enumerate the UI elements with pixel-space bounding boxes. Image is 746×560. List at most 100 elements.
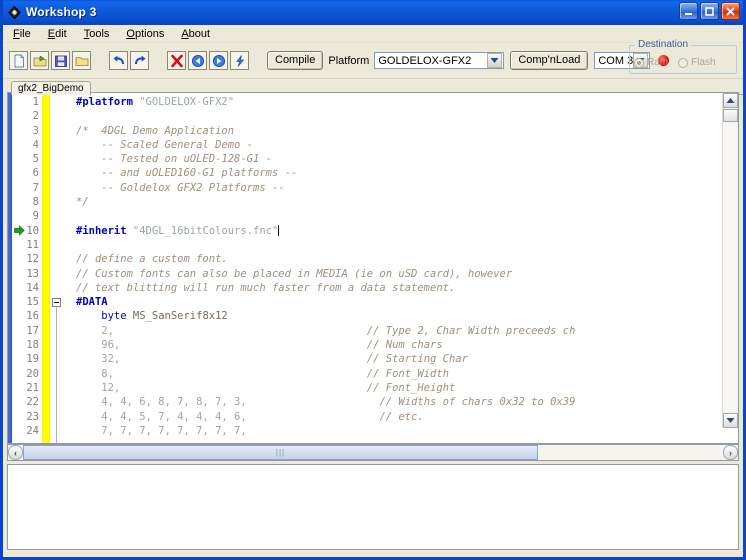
code-line[interactable]: // Custom fonts can also be placed in ME… [64, 267, 738, 281]
folder-icon[interactable] [72, 51, 91, 70]
menu-item-label: ile [19, 27, 31, 40]
code-fold-gutter[interactable] [50, 93, 64, 443]
code-line[interactable]: #platform "GOLDELOX-GFX2" [64, 95, 738, 109]
redo-icon[interactable] [130, 51, 149, 70]
line-number: 2 [32, 110, 39, 123]
maximize-button[interactable] [700, 2, 719, 20]
code-line[interactable]: -- Scaled General Demo - [64, 138, 738, 152]
code-line[interactable]: 32, // Starting Char [64, 352, 738, 366]
menu-item-tools[interactable]: Tools [82, 27, 112, 41]
menu-item-options[interactable]: Options [124, 27, 166, 41]
menu-item-file[interactable]: File [11, 27, 33, 41]
title-bar: Workshop 3 [3, 0, 743, 25]
editor-horizontal-scrollbar-region: ‹ ||| › [7, 444, 739, 461]
menu-bar: File Edit Tools Options About [3, 25, 743, 43]
code-line[interactable]: 96, // Num chars [64, 338, 738, 352]
line-number-gutter: 1 2 3 4 5 6 7 8 9 10 11 12 13 14 15 16 17 18 19 20 21 22 23 24 [12, 93, 42, 443]
code-line[interactable]: -- and uOLED160-G1 platforms -- [64, 166, 738, 180]
code-token: // Type 2, Char Width preceeds ch [113, 324, 576, 337]
com-port-value: COM 3 [598, 54, 634, 67]
code-token: 32, [76, 353, 121, 366]
code-text-area[interactable]: #platform "GOLDELOX-GFX2" /* 4DGL Demo A… [64, 93, 738, 443]
toolbar: Compile Platform GOLDELOX-GFX2 Comp'nLoa… [3, 39, 743, 79]
output-panel[interactable] [7, 464, 739, 550]
window-controls [679, 2, 740, 20]
code-line[interactable]: #inherit "4DGL_16bitColours.fnc" [64, 224, 738, 238]
open-folder-icon[interactable] [30, 51, 49, 70]
code-token: // Font_Height [120, 381, 456, 394]
code-token: // Starting Char [120, 353, 468, 366]
code-line[interactable]: 4, 4, 5, 7, 4, 4, 4, 6, // etc. [64, 410, 738, 424]
code-token: #DATA [76, 296, 108, 309]
tab-gfx2-bigdemo[interactable]: gfx2_BigDemo [11, 81, 91, 95]
line-number: 4 [32, 138, 39, 151]
line-number: 15 [26, 296, 39, 309]
code-token: -- Goldelox GFX2 Platforms -- [76, 181, 285, 194]
lightning-icon[interactable] [230, 51, 249, 70]
code-token: -- and uOLED160-G1 platforms -- [76, 167, 298, 180]
code-line[interactable]: // define a custom font. [64, 252, 738, 266]
destination-radio-flash[interactable]: Flash [678, 57, 716, 68]
code-line[interactable]: 8, // Font_Width [64, 367, 738, 381]
destination-radio-ram[interactable]: Ram [634, 57, 668, 68]
code-line[interactable] [64, 209, 738, 223]
save-disk-icon[interactable] [51, 51, 70, 70]
undo-icon[interactable] [109, 51, 128, 70]
chevron-down-icon[interactable] [487, 53, 503, 68]
code-line[interactable] [64, 109, 738, 123]
menu-item-edit[interactable]: Edit [46, 27, 69, 41]
code-fold-toggle[interactable] [52, 298, 61, 308]
compile-button[interactable]: Compile [267, 51, 324, 70]
code-line[interactable]: #DATA [64, 295, 738, 309]
line-number: 13 [26, 267, 39, 280]
radio-dot-icon [634, 57, 644, 68]
minimize-button[interactable] [679, 2, 698, 20]
platform-select[interactable]: GOLDELOX-GFX2 [374, 52, 505, 69]
line-number: 19 [26, 353, 39, 366]
close-button[interactable] [721, 2, 740, 20]
scroll-down-button[interactable] [723, 413, 738, 428]
menu-accel: F [13, 27, 20, 40]
scroll-left-button[interactable]: ‹ [8, 445, 23, 460]
window-title: Workshop 3 [26, 5, 97, 19]
code-token: MS_SanSerif8x12 [132, 310, 228, 323]
horizontal-scroll-thumb[interactable]: ||| [23, 445, 538, 460]
close-x-icon[interactable] [167, 51, 186, 70]
scroll-right-button[interactable]: › [723, 445, 738, 460]
menu-item-about[interactable]: About [179, 27, 212, 41]
menu-item-label: ptions [134, 27, 165, 40]
modified-lines-marker [42, 93, 50, 443]
code-line[interactable]: /* 4DGL Demo Application [64, 124, 738, 138]
vertical-scroll-thumb[interactable] [723, 109, 738, 122]
code-token: 4, 4, 5, 7, 4, 4, 4, 6, [76, 410, 247, 423]
code-line[interactable]: -- Tested on uOLED-128-G1 - [64, 152, 738, 166]
code-token: "GOLDELOX-GFX2" [139, 96, 235, 108]
forward-arrow-icon[interactable] [209, 51, 228, 70]
bookmark-arrow-icon[interactable] [14, 224, 25, 236]
menu-item-label: dit [55, 27, 67, 40]
code-line[interactable]: 4, 4, 6, 8, 7, 8, 7, 3, // Widths of cha… [64, 395, 738, 409]
code-line[interactable]: byte MS_SanSerif8x12 [64, 309, 738, 323]
line-number: 7 [32, 181, 39, 194]
code-token: // etc. [246, 410, 424, 423]
editor-vertical-scrollbar[interactable] [722, 93, 738, 428]
code-token: 8, [76, 367, 114, 380]
scroll-up-button[interactable] [723, 93, 738, 108]
horizontal-scroll-track[interactable]: ||| [23, 445, 723, 460]
destination-group: Destination Ram Flash [629, 39, 737, 74]
code-editor[interactable]: 1 2 3 4 5 6 7 8 9 10 11 12 13 14 15 16 17 18 19 20 21 22 23 24 … [7, 92, 739, 444]
compnload-button[interactable]: Comp'nLoad [510, 51, 589, 70]
new-file-icon[interactable] [9, 51, 28, 70]
code-line[interactable]: // text blitting will run much faster fr… [64, 281, 738, 295]
code-line[interactable]: 7, 7, 7, 7, 7, 7, 7, 7, [64, 424, 738, 438]
line-number: 9 [32, 210, 39, 223]
radio-dot-icon [678, 57, 689, 68]
line-number: 5 [32, 153, 39, 166]
code-line[interactable] [64, 238, 738, 252]
code-line[interactable]: 12, // Font_Height [64, 381, 738, 395]
code-line[interactable]: -- Goldelox GFX2 Platforms -- [64, 181, 738, 195]
back-arrow-icon[interactable] [188, 51, 207, 70]
editor-horizontal-scrollbar[interactable]: ‹ ||| › [7, 444, 739, 461]
code-line[interactable]: */ [64, 195, 738, 209]
code-line[interactable]: 2, // Type 2, Char Width preceeds ch [64, 324, 738, 338]
